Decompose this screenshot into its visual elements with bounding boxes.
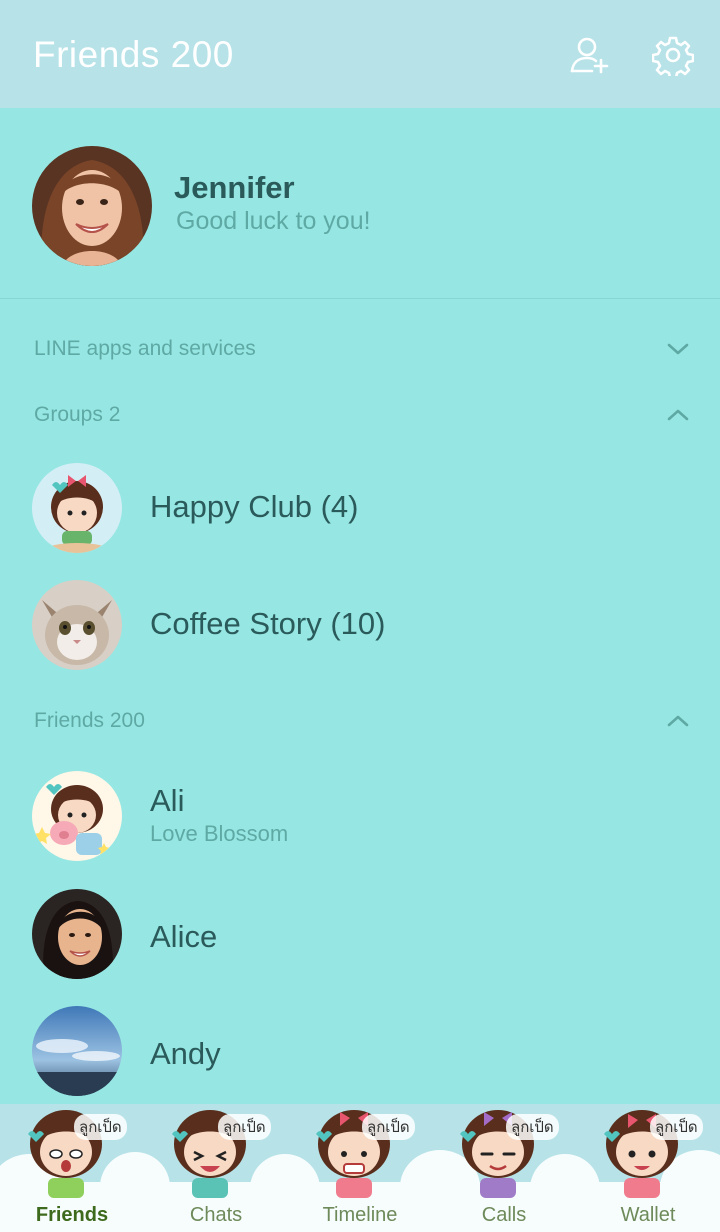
section-label: Groups 2 bbox=[34, 403, 121, 426]
friend-name: Andy bbox=[150, 1036, 221, 1071]
friend-avatar bbox=[32, 1006, 122, 1096]
page-title: Friends 200 bbox=[33, 34, 234, 75]
header-bar: Friends 200 bbox=[0, 0, 720, 108]
tab-badge: ลูกเป็ด bbox=[74, 1114, 127, 1140]
friend-status-message: Love Blossom bbox=[150, 821, 289, 846]
group-row[interactable]: Coffee Story (10) bbox=[0, 570, 720, 680]
add-friend-icon[interactable] bbox=[569, 34, 611, 76]
tab-badge: ลูกเป็ด bbox=[650, 1114, 703, 1140]
tab-friends[interactable]: ลูกเป็ด Friends bbox=[0, 1104, 144, 1232]
friend-name: Ali bbox=[150, 783, 185, 818]
tab-wallet[interactable]: ลูกเป็ด Wallet bbox=[576, 1104, 720, 1232]
section-label: LINE apps and services bbox=[34, 337, 256, 360]
friend-avatar bbox=[32, 771, 122, 861]
group-avatar bbox=[32, 580, 122, 670]
profile-status-message: Good luck to you! bbox=[176, 207, 371, 235]
friend-row[interactable]: Ali Love Blossom bbox=[0, 761, 720, 871]
tab-timeline[interactable]: ลูกเป็ด Timeline bbox=[288, 1104, 432, 1232]
tab-label: Timeline bbox=[322, 1204, 398, 1226]
group-name: Happy Club (4) bbox=[150, 489, 359, 524]
section-label: Friends 200 bbox=[34, 709, 145, 732]
group-name: Coffee Story (10) bbox=[150, 606, 386, 641]
friend-row[interactable]: Alice bbox=[0, 879, 720, 989]
friend-name: Alice bbox=[150, 919, 218, 954]
bottom-tab-bar: ลูกเป็ด Friends ลูกเป็ด Chats ลูกเป็ด Ti… bbox=[0, 1104, 720, 1232]
tab-label: Calls bbox=[481, 1204, 527, 1226]
tab-label: Friends bbox=[35, 1204, 109, 1226]
section-groups[interactable]: Groups 2 bbox=[0, 391, 720, 441]
tab-calls[interactable]: ลูกเป็ด Calls bbox=[432, 1104, 576, 1232]
profile-avatar[interactable] bbox=[32, 146, 152, 266]
tab-chats[interactable]: ลูกเป็ด Chats bbox=[144, 1104, 288, 1232]
tab-label: Chats bbox=[189, 1204, 243, 1226]
gear-icon[interactable] bbox=[651, 34, 695, 80]
friend-row[interactable]: Andy bbox=[0, 996, 720, 1106]
tab-badge: ลูกเป็ด bbox=[362, 1114, 415, 1140]
friend-avatar bbox=[32, 889, 122, 979]
chevron-up-icon[interactable] bbox=[666, 713, 690, 729]
my-profile[interactable]: Jennifer Good luck to you! bbox=[0, 108, 720, 299]
profile-name: Jennifer bbox=[174, 170, 295, 205]
section-line-apps[interactable]: LINE apps and services bbox=[0, 325, 720, 375]
group-row[interactable]: Happy Club (4) bbox=[0, 453, 720, 563]
tab-badge: ลูกเป็ด bbox=[218, 1114, 271, 1140]
chevron-down-icon[interactable] bbox=[666, 341, 690, 357]
section-friends[interactable]: Friends 200 bbox=[0, 697, 720, 747]
tab-badge: ลูกเป็ด bbox=[506, 1114, 559, 1140]
chevron-up-icon[interactable] bbox=[666, 407, 690, 423]
tab-label: Wallet bbox=[620, 1204, 676, 1226]
group-avatar bbox=[32, 463, 122, 553]
